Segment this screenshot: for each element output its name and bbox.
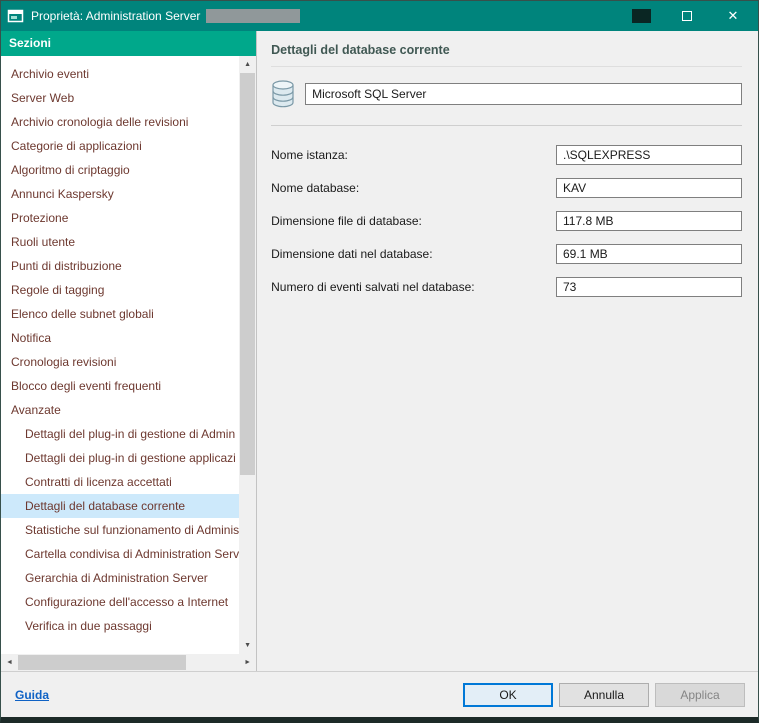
saved-events-count-label: Numero di eventi salvati nel database: xyxy=(271,280,556,294)
database-name-label: Nome database: xyxy=(271,181,556,195)
sidebar-item-verifica-due-passaggi[interactable]: Verifica in due passaggi xyxy=(1,614,239,638)
sidebar-item-contratti-licenza[interactable]: Contratti di licenza accettati xyxy=(1,470,239,494)
sections-header: Sezioni xyxy=(1,31,256,56)
sidebar-item-plugin-applicazioni[interactable]: Dettagli dei plug-in di gestione applica… xyxy=(1,446,239,470)
scroll-left-icon[interactable]: ◄ xyxy=(1,654,18,671)
sidebar-item-dettagli-database[interactable]: Dettagli del database corrente xyxy=(1,494,239,518)
close-icon: ✕ xyxy=(728,8,739,24)
scroll-right-icon[interactable]: ► xyxy=(239,654,256,671)
app-icon xyxy=(7,8,24,25)
sidebar-item-configurazione-internet[interactable]: Configurazione dell'accesso a Internet xyxy=(1,590,239,614)
scroll-up-icon[interactable]: ▲ xyxy=(239,56,256,73)
sections-list: Archivio eventi Server Web Archivio cron… xyxy=(1,56,239,654)
window-title: Proprietà: Administration Server xyxy=(31,9,200,23)
vertical-scrollbar[interactable]: ▲ ▼ xyxy=(239,56,256,654)
sidebar-item-archivio-cronologia[interactable]: Archivio cronologia delle revisioni xyxy=(1,110,239,134)
database-type-field[interactable] xyxy=(305,83,742,105)
vertical-scrollbar-thumb[interactable] xyxy=(240,73,255,475)
properties-dialog: Proprietà: Administration Server ✕ Sezio… xyxy=(0,0,759,723)
sidebar-item-avanzate[interactable]: Avanzate xyxy=(1,398,239,422)
database-file-size-field[interactable] xyxy=(556,211,742,231)
footer: Guida OK Annulla Applica xyxy=(1,672,758,717)
sidebar-item-protezione[interactable]: Protezione xyxy=(1,206,239,230)
apply-button[interactable]: Applica xyxy=(655,683,745,707)
close-button[interactable]: ✕ xyxy=(718,5,748,27)
sidebar-item-categorie-applicazioni[interactable]: Categorie di applicazioni xyxy=(1,134,239,158)
sidebar-item-blocco-eventi[interactable]: Blocco degli eventi frequenti xyxy=(1,374,239,398)
scroll-down-icon[interactable]: ▼ xyxy=(239,637,256,654)
sidebar-item-subnet-globali[interactable]: Elenco delle subnet globali xyxy=(1,302,239,326)
separator xyxy=(271,125,742,126)
sidebar-item-plugin-admin[interactable]: Dettagli del plug-in di gestione di Admi… xyxy=(1,422,239,446)
ok-button[interactable]: OK xyxy=(463,683,553,707)
main-panel: Dettagli del database corrente Nome ista xyxy=(257,31,758,671)
sidebar-item-punti-distribuzione[interactable]: Punti di distribuzione xyxy=(1,254,239,278)
sidebar-item-cronologia-revisioni[interactable]: Cronologia revisioni xyxy=(1,350,239,374)
sidebar-item-server-web[interactable]: Server Web xyxy=(1,86,239,110)
sidebar-item-algoritmo-criptaggio[interactable]: Algoritmo di criptaggio xyxy=(1,158,239,182)
instance-name-field[interactable] xyxy=(556,145,742,165)
page-title: Dettagli del database corrente xyxy=(271,31,742,67)
maximize-button[interactable] xyxy=(672,5,702,27)
minimize-button[interactable] xyxy=(626,5,656,27)
maximize-icon xyxy=(682,11,692,21)
cancel-button[interactable]: Annulla xyxy=(559,683,649,707)
sidebar-item-annunci-kaspersky[interactable]: Annunci Kaspersky xyxy=(1,182,239,206)
database-data-size-label: Dimensione dati nel database: xyxy=(271,247,556,261)
sidebar-item-cartella-condivisa[interactable]: Cartella condivisa di Administration Ser… xyxy=(1,542,239,566)
sidebar-item-notifica[interactable]: Notifica xyxy=(1,326,239,350)
horizontal-scrollbar[interactable]: ◄ ► xyxy=(1,654,256,671)
sidebar-item-statistiche[interactable]: Statistiche sul funzionamento di Adminis xyxy=(1,518,239,542)
sidebar-item-ruoli-utente[interactable]: Ruoli utente xyxy=(1,230,239,254)
database-data-size-field[interactable] xyxy=(556,244,742,264)
database-file-size-label: Dimensione file di database: xyxy=(271,214,556,228)
sidebar-item-gerarchia[interactable]: Gerarchia di Administration Server xyxy=(1,566,239,590)
titlebar: Proprietà: Administration Server ✕ xyxy=(1,1,758,31)
redacted-server-name xyxy=(206,9,300,23)
horizontal-scrollbar-thumb[interactable] xyxy=(18,655,186,670)
content-area: Sezioni Archivio eventi Server Web Archi… xyxy=(1,31,758,672)
database-icon xyxy=(271,80,295,108)
sidebar-item-regole-tagging[interactable]: Regole di tagging xyxy=(1,278,239,302)
instance-name-label: Nome istanza: xyxy=(271,148,556,162)
database-name-field[interactable] xyxy=(556,178,742,198)
help-link[interactable]: Guida xyxy=(15,688,49,702)
minimize-icon xyxy=(632,9,651,23)
sidebar-item-archivio-eventi[interactable]: Archivio eventi xyxy=(1,62,239,86)
sections-sidebar: Sezioni Archivio eventi Server Web Archi… xyxy=(1,31,257,671)
saved-events-count-field[interactable] xyxy=(556,277,742,297)
